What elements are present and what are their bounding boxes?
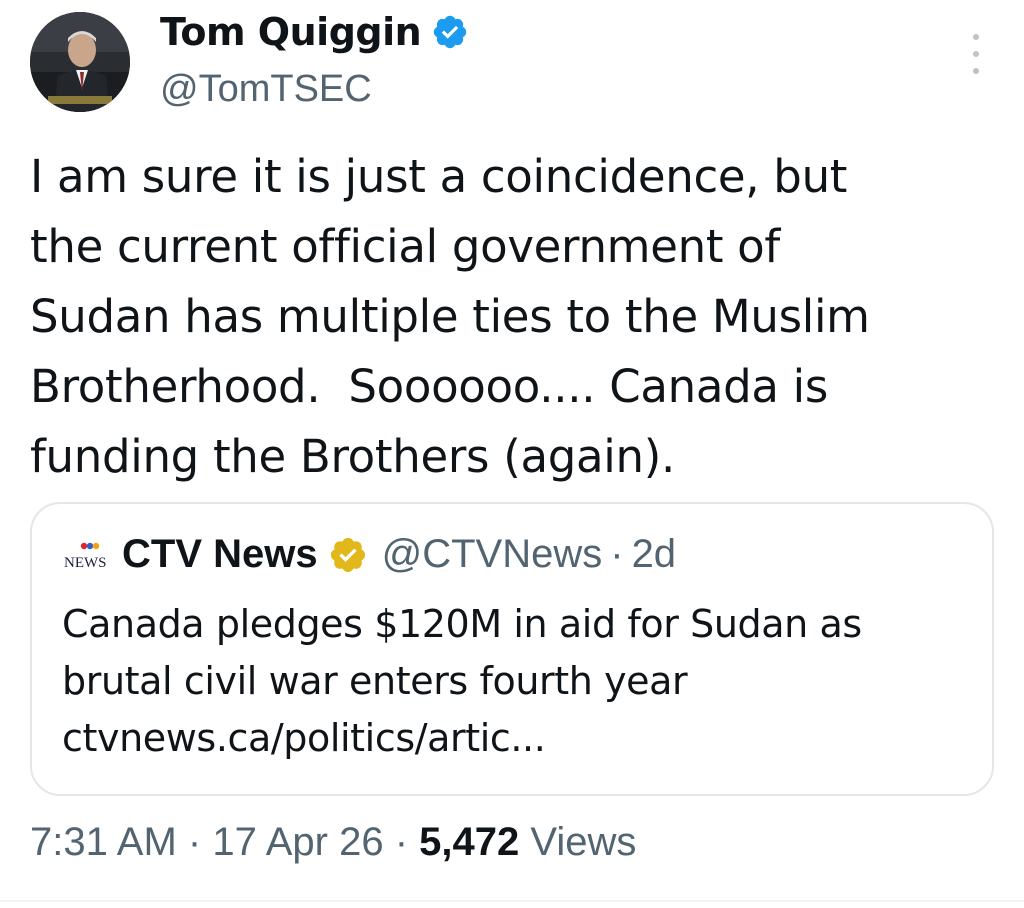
- separator-dot: ·: [394, 820, 409, 864]
- author-handle[interactable]: @TomTSEC: [160, 68, 372, 111]
- tweet-text: I am sure it is just a coincidence, but …: [30, 150, 870, 483]
- author-name-row[interactable]: Tom Quiggin: [160, 10, 469, 54]
- more-options-icon[interactable]: [964, 34, 988, 74]
- quoted-tweet-text: Canada pledges $120M in aid for Sudan as…: [62, 602, 862, 760]
- quoted-author-name[interactable]: CTV News: [122, 532, 318, 577]
- quoted-author-handle[interactable]: @CTVNews: [382, 532, 603, 577]
- views-label[interactable]: Views: [530, 820, 636, 864]
- avatar[interactable]: [30, 12, 130, 112]
- more-dot: [973, 51, 979, 57]
- gold-verified-badge-icon[interactable]: [328, 535, 368, 575]
- more-dot: [973, 68, 979, 74]
- ctv-news-logo-icon[interactable]: NEWS: [62, 537, 110, 573]
- quoted-tweet-time[interactable]: 2d: [632, 532, 677, 577]
- quoted-tweet-header: NEWS CTV News @CTVNews · 2d: [62, 532, 676, 577]
- verified-badge-icon[interactable]: [431, 13, 469, 51]
- tweet-date[interactable]: 17 Apr 26: [212, 820, 383, 864]
- svg-text:NEWS: NEWS: [64, 555, 107, 571]
- tweet-time[interactable]: 7:31 AM: [30, 820, 177, 864]
- tweet-meta: 7:31 AM · 17 Apr 26 · 5,472 Views: [30, 820, 636, 865]
- more-dot: [973, 34, 979, 40]
- avatar-image: [30, 12, 130, 112]
- separator-dot: ·: [187, 820, 202, 864]
- views-count[interactable]: 5,472: [419, 820, 519, 864]
- separator-dot: ·: [610, 532, 624, 576]
- quoted-tweet-card[interactable]: NEWS CTV News @CTVNews · 2d Canada pledg…: [30, 502, 994, 796]
- author-name[interactable]: Tom Quiggin: [160, 10, 422, 54]
- divider: [0, 900, 1024, 902]
